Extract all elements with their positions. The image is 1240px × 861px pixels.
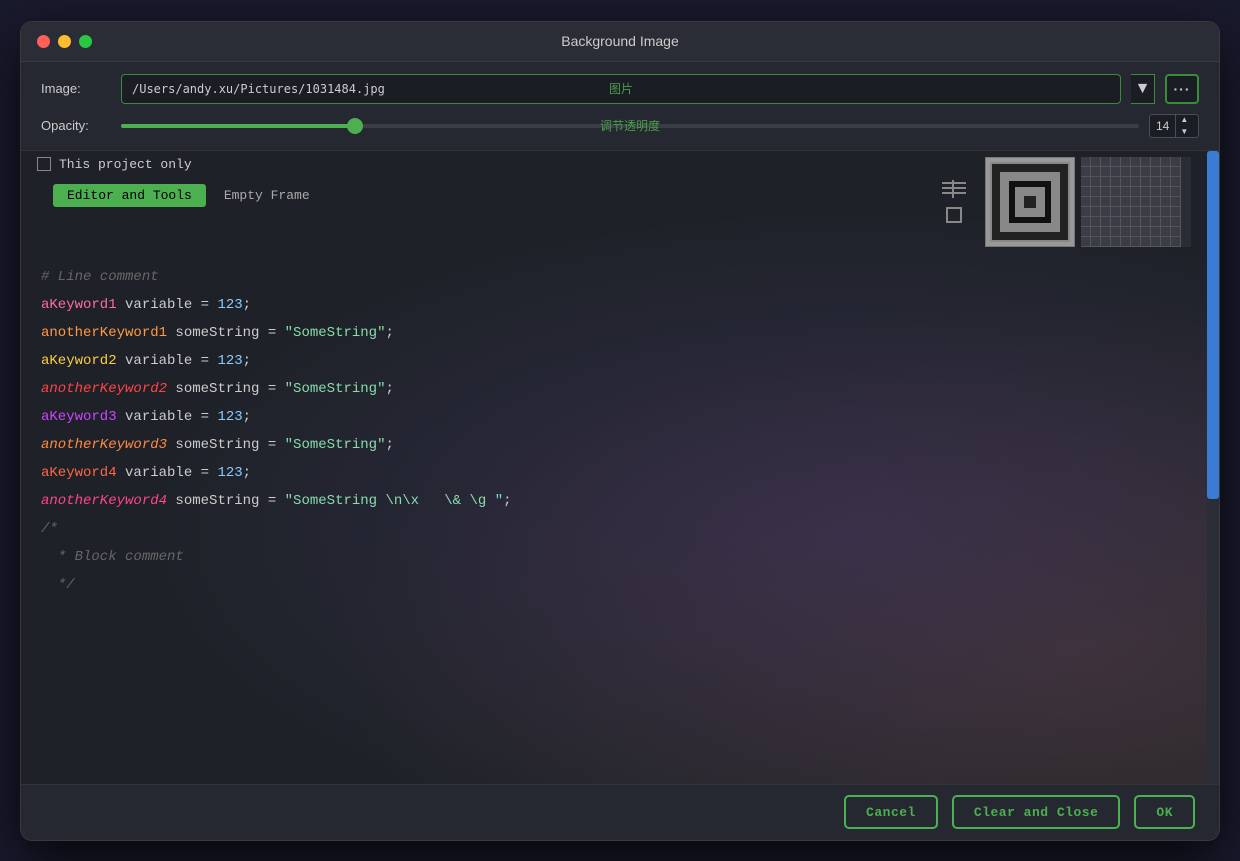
title-bar: Background Image [21, 22, 1219, 62]
image-path: /Users/andy.xu/Pictures/1031484.jpg [132, 82, 385, 96]
code-line-7: anotherKeyword3 someString = "SomeString… [41, 431, 1187, 459]
left-content: This project only Editor and Tools Empty… [21, 151, 1207, 784]
opacity-value-box: 14 ▲ ▼ [1149, 114, 1199, 138]
code-line-11: * Block comment [41, 543, 1187, 571]
slider-thumb[interactable] [347, 118, 363, 134]
checkbox-wrapper[interactable]: This project only [37, 157, 340, 172]
image-label: Image: [41, 81, 111, 96]
opacity-spinners: ▲ ▼ [1175, 114, 1192, 138]
grid-pattern-svg [1081, 157, 1191, 247]
opacity-row: Opacity: 调节透明度 14 ▲ ▼ [41, 114, 1199, 138]
left-content-inner: This project only Editor and Tools Empty… [21, 151, 1207, 784]
options-preview-row: This project only Editor and Tools Empty… [21, 151, 1207, 253]
opacity-value: 14 [1150, 119, 1175, 133]
code-line-3: anotherKeyword1 someString = "SomeString… [41, 319, 1187, 347]
opacity-increment-button[interactable]: ▲ [1176, 114, 1192, 126]
options-left: This project only Editor and Tools Empty… [37, 157, 340, 211]
image-row: Image: /Users/andy.xu/Pictures/1031484.j… [41, 74, 1199, 104]
code-line-1: # Line comment [41, 263, 1187, 291]
scrollbar-thumb[interactable] [1207, 151, 1219, 499]
footer: Cancel Clear and Close OK [21, 784, 1219, 840]
opacity-label: Opacity: [41, 118, 111, 133]
slider-fill [121, 124, 355, 128]
tab-editor-and-tools[interactable]: Editor and Tools [53, 184, 206, 207]
code-line-10: /* [41, 515, 1187, 543]
window-title: Background Image [561, 33, 679, 49]
code-line-9: anotherKeyword4 someString = "SomeString… [41, 487, 1187, 515]
traffic-lights [37, 35, 92, 48]
code-line-4: aKeyword2 variable = 123 ; [41, 347, 1187, 375]
maximize-button[interactable] [79, 35, 92, 48]
small-box-icon [943, 204, 965, 226]
code-line-8: aKeyword4 variable = 123 ; [41, 459, 1187, 487]
qr-pattern-svg [990, 162, 1070, 242]
image-dropdown-button[interactable]: ▼ [1131, 74, 1155, 104]
code-editor[interactable]: # Line comment aKeyword1 variable = 123 … [21, 253, 1207, 784]
controls-area: Image: /Users/andy.xu/Pictures/1031484.j… [21, 62, 1219, 151]
code-line-5: anotherKeyword2 someString = "SomeString… [41, 375, 1187, 403]
tabs-row: Editor and Tools Empty Frame [37, 180, 340, 211]
dots-icon: ··· [1174, 81, 1191, 97]
preview-icons [929, 162, 979, 242]
vertical-scrollbar[interactable] [1207, 151, 1219, 784]
preview-right [929, 157, 1191, 247]
grid-preview-large [1081, 157, 1191, 247]
grid-lines-icon [940, 178, 968, 200]
qr-preview [985, 157, 1075, 247]
minimize-button[interactable] [58, 35, 71, 48]
opacity-decrement-button[interactable]: ▼ [1176, 126, 1192, 138]
chevron-down-icon: ▼ [1135, 80, 1151, 98]
opacity-slider-wrapper[interactable]: 调节透明度 [121, 116, 1139, 136]
close-button[interactable] [37, 35, 50, 48]
project-only-checkbox[interactable] [37, 157, 51, 171]
image-hint: 图片 [609, 80, 633, 97]
slider-track [121, 124, 1139, 128]
code-line-2: aKeyword1 variable = 123 ; [41, 291, 1187, 319]
tab-empty-frame[interactable]: Empty Frame [210, 184, 324, 207]
middle-section: This project only Editor and Tools Empty… [21, 151, 1219, 784]
image-path-bar[interactable]: /Users/andy.xu/Pictures/1031484.jpg 图片 [121, 74, 1121, 104]
image-browse-button[interactable]: ··· [1165, 74, 1199, 104]
clear-and-close-button[interactable]: Clear and Close [952, 795, 1121, 829]
main-window: Background Image Image: /Users/andy.xu/P… [20, 21, 1220, 841]
ok-button[interactable]: OK [1134, 795, 1195, 829]
code-line-12: */ [41, 571, 1187, 599]
code-line-6: aKeyword3 variable = 123 ; [41, 403, 1187, 431]
project-only-label: This project only [59, 157, 192, 172]
cancel-button[interactable]: Cancel [844, 795, 938, 829]
